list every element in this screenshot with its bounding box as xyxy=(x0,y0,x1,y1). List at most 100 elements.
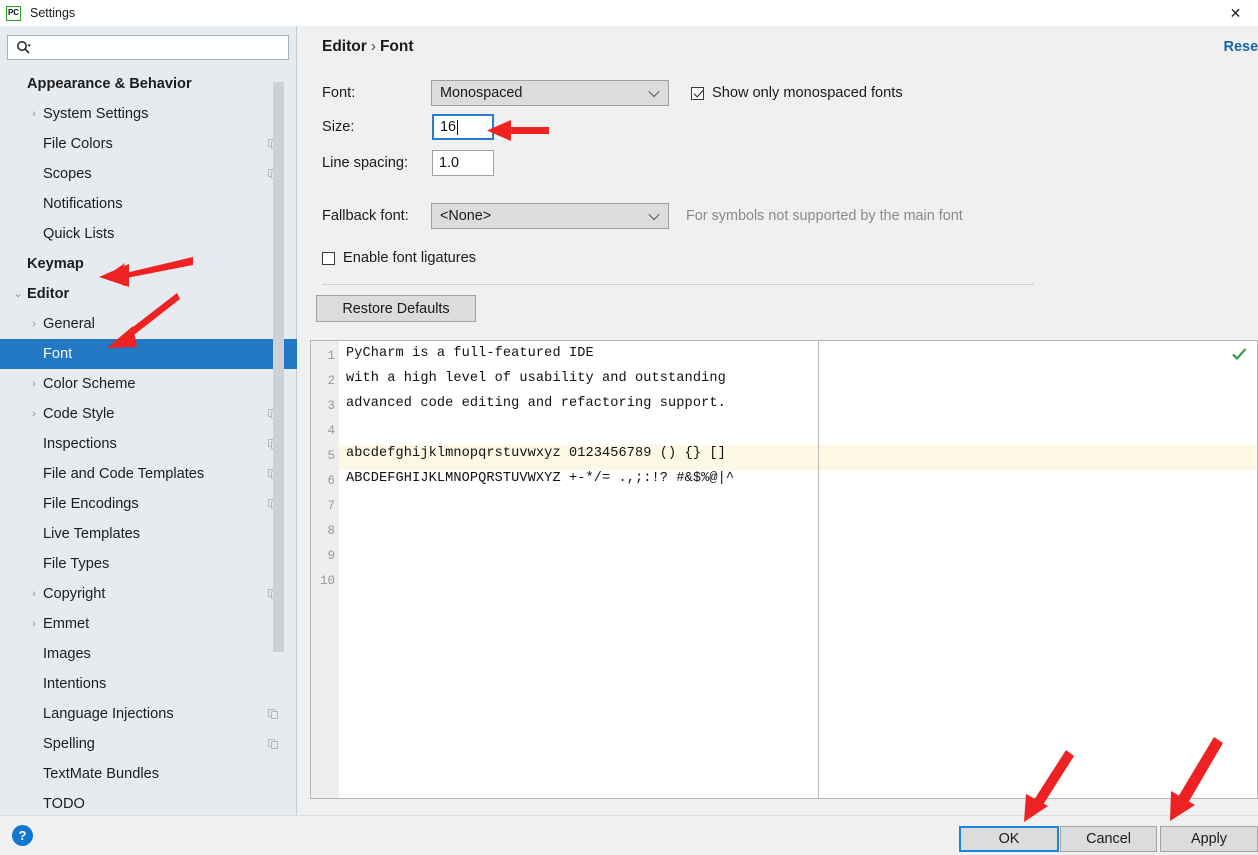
font-label: Font: xyxy=(322,85,356,101)
preview-code-line: with a high level of usability and outst… xyxy=(346,371,726,386)
dialog-footer: ? OK Cancel Apply xyxy=(0,815,1258,855)
show-monospaced-checkbox-group[interactable]: Show only monospaced fonts xyxy=(691,85,903,101)
chevron-right-icon[interactable]: › xyxy=(26,408,42,420)
fallback-font-dropdown[interactable]: <None> xyxy=(431,203,669,229)
pycharm-logo-icon: PC xyxy=(6,5,21,21)
fallback-font-row: Fallback font: <None> For symbols not su… xyxy=(322,203,963,229)
font-family-value: Monospaced xyxy=(440,85,523,101)
font-family-dropdown[interactable]: Monospaced xyxy=(431,80,669,106)
sidebar-item-spelling[interactable]: Spelling xyxy=(0,729,297,759)
sidebar-item-keymap[interactable]: Keymap xyxy=(0,249,297,279)
chevron-right-icon[interactable]: › xyxy=(26,108,42,120)
sidebar-item-quick-lists[interactable]: Quick Lists xyxy=(0,219,297,249)
close-icon[interactable]: ✕ xyxy=(1213,0,1258,26)
breadcrumb-leaf: Font xyxy=(379,38,414,55)
chevron-right-icon[interactable]: › xyxy=(26,618,42,630)
sidebar-item-emmet[interactable]: › Emmet xyxy=(0,609,297,639)
size-input[interactable]: 16 xyxy=(432,114,494,140)
help-icon[interactable]: ? xyxy=(12,825,33,846)
sidebar-item-textmate-bundles[interactable]: TextMate Bundles xyxy=(0,759,297,789)
font-preview-editor[interactable]: 1 2 3 4 5 6 7 8 9 10 PyCharm is a full-featured I… xyxy=(310,340,1258,799)
preview-line-number: 2 xyxy=(327,374,335,388)
window-title: Settings xyxy=(30,6,76,20)
sidebar-item-images[interactable]: Images xyxy=(0,639,297,669)
sidebar-item-label: Inspections xyxy=(43,436,117,452)
chevron-right-icon[interactable]: › xyxy=(26,378,42,390)
reset-link[interactable]: Reset xyxy=(1224,39,1258,55)
sidebar-item-scopes[interactable]: Scopes xyxy=(0,159,297,189)
size-label: Size: xyxy=(322,119,355,135)
settings-tree: Appearance & Behavior › System Settings Fil… xyxy=(0,69,297,815)
sidebar-item-label: Quick Lists xyxy=(43,226,115,242)
sidebar-item-label: Appearance & Behavior xyxy=(27,76,192,92)
preview-code-line: PyCharm is a full-featured IDE xyxy=(346,346,594,361)
show-monospaced-checkbox[interactable] xyxy=(691,86,704,100)
sidebar-item-todo[interactable]: TODO xyxy=(0,789,297,815)
sidebar-item-general[interactable]: › General xyxy=(0,309,297,339)
line-spacing-input[interactable]: 1.0 xyxy=(432,150,494,176)
sidebar-item-live-templates[interactable]: Live Templates xyxy=(0,519,297,549)
sidebar-item-code-style[interactable]: › Code Style xyxy=(0,399,297,429)
sidebar-item-label: Font xyxy=(43,346,73,362)
font-row: Font: Monospaced Show only monospaced fo… xyxy=(322,80,903,106)
chevron-right-icon[interactable]: › xyxy=(26,588,42,600)
ok-button[interactable]: OK xyxy=(959,826,1059,852)
search-box[interactable] xyxy=(7,35,289,60)
sidebar-item-file-encodings[interactable]: File Encodings xyxy=(0,489,297,519)
sidebar-item-copyright[interactable]: › Copyright xyxy=(0,579,297,609)
sidebar-item-file-colors[interactable]: File Colors xyxy=(0,129,297,159)
breadcrumb-root[interactable]: Editor xyxy=(322,38,367,55)
chevron-down-icon xyxy=(650,88,659,97)
fallback-font-hint: For symbols not supported by the main fo… xyxy=(686,208,963,224)
preview-line-number: 7 xyxy=(327,499,335,513)
chevron-right-icon[interactable]: › xyxy=(26,318,42,330)
preview-line-number: 9 xyxy=(327,549,335,563)
chevron-down-icon[interactable]: ⌄ xyxy=(10,288,26,300)
sidebar-item-system-settings[interactable]: › System Settings xyxy=(0,99,297,129)
restore-defaults-button[interactable]: Restore Defaults xyxy=(316,295,476,322)
sidebar-item-label: Spelling xyxy=(43,736,95,752)
sidebar-item-file-types[interactable]: File Types xyxy=(0,549,297,579)
sidebar-scrollbar-thumb[interactable] xyxy=(273,82,284,652)
copy-settings-icon xyxy=(268,708,279,720)
ligatures-row[interactable]: Enable font ligatures xyxy=(322,250,476,266)
sidebar-item-file-and-code-templates[interactable]: File and Code Templates xyxy=(0,459,297,489)
sidebar-item-label: System Settings xyxy=(43,106,149,122)
sidebar-item-font[interactable]: Font xyxy=(0,339,297,369)
search-input[interactable] xyxy=(34,36,288,59)
sidebar-item-label: File Encodings xyxy=(43,496,139,512)
preview-code-line: advanced code editing and refactoring su… xyxy=(346,396,726,411)
sidebar-item-color-scheme[interactable]: › Color Scheme xyxy=(0,369,297,399)
text-caret xyxy=(457,119,459,135)
sidebar-item-label: Editor xyxy=(27,286,70,302)
sidebar-item-appearance-behavior[interactable]: Appearance & Behavior xyxy=(0,69,297,99)
breadcrumb-separator: › xyxy=(370,38,376,55)
sidebar-item-intentions[interactable]: Intentions xyxy=(0,669,297,699)
window-titlebar: PC Settings ✕ xyxy=(0,0,1258,26)
app-icon-text: PC xyxy=(7,8,20,17)
preview-code-line: ABCDEFGHIJKLMNOPQRSTUVWXYZ +-*/= .,;:!? … xyxy=(346,471,735,486)
apply-button[interactable]: Apply xyxy=(1160,826,1258,852)
preview-line-number: 6 xyxy=(327,474,335,488)
sidebar-item-label: Emmet xyxy=(43,616,90,632)
sidebar-scrollbar-track[interactable] xyxy=(273,26,290,772)
sidebar-item-label: TextMate Bundles xyxy=(43,766,160,782)
sidebar-item-notifications[interactable]: Notifications xyxy=(0,189,297,219)
preview-line-number: 5 xyxy=(327,449,335,463)
settings-content-pane: Editor›Font Reset Font: Monospaced Show … xyxy=(298,26,1258,815)
size-row: Size: 16 xyxy=(322,114,494,140)
sidebar-item-label: Keymap xyxy=(27,256,84,272)
sidebar-item-inspections[interactable]: Inspections xyxy=(0,429,297,459)
sidebar-item-editor[interactable]: ⌄ Editor xyxy=(0,279,297,309)
sidebar-item-label: File Types xyxy=(43,556,110,572)
settings-sidebar: Appearance & Behavior › System Settings Fil… xyxy=(0,26,297,815)
enable-ligatures-label: Enable font ligatures xyxy=(343,250,477,266)
sidebar-item-label: Notifications xyxy=(43,196,123,212)
cancel-button[interactable]: Cancel xyxy=(1060,826,1157,852)
sidebar-item-label: Color Scheme xyxy=(43,376,136,392)
line-spacing-label: Line spacing: xyxy=(322,155,409,171)
enable-ligatures-checkbox[interactable] xyxy=(322,251,335,265)
preview-code-line: abcdefghijklmnopqrstuvwxyz 0123456789 ()… xyxy=(346,446,726,461)
sidebar-item-language-injections[interactable]: Language Injections xyxy=(0,699,297,729)
preview-line-number: 4 xyxy=(327,424,335,438)
